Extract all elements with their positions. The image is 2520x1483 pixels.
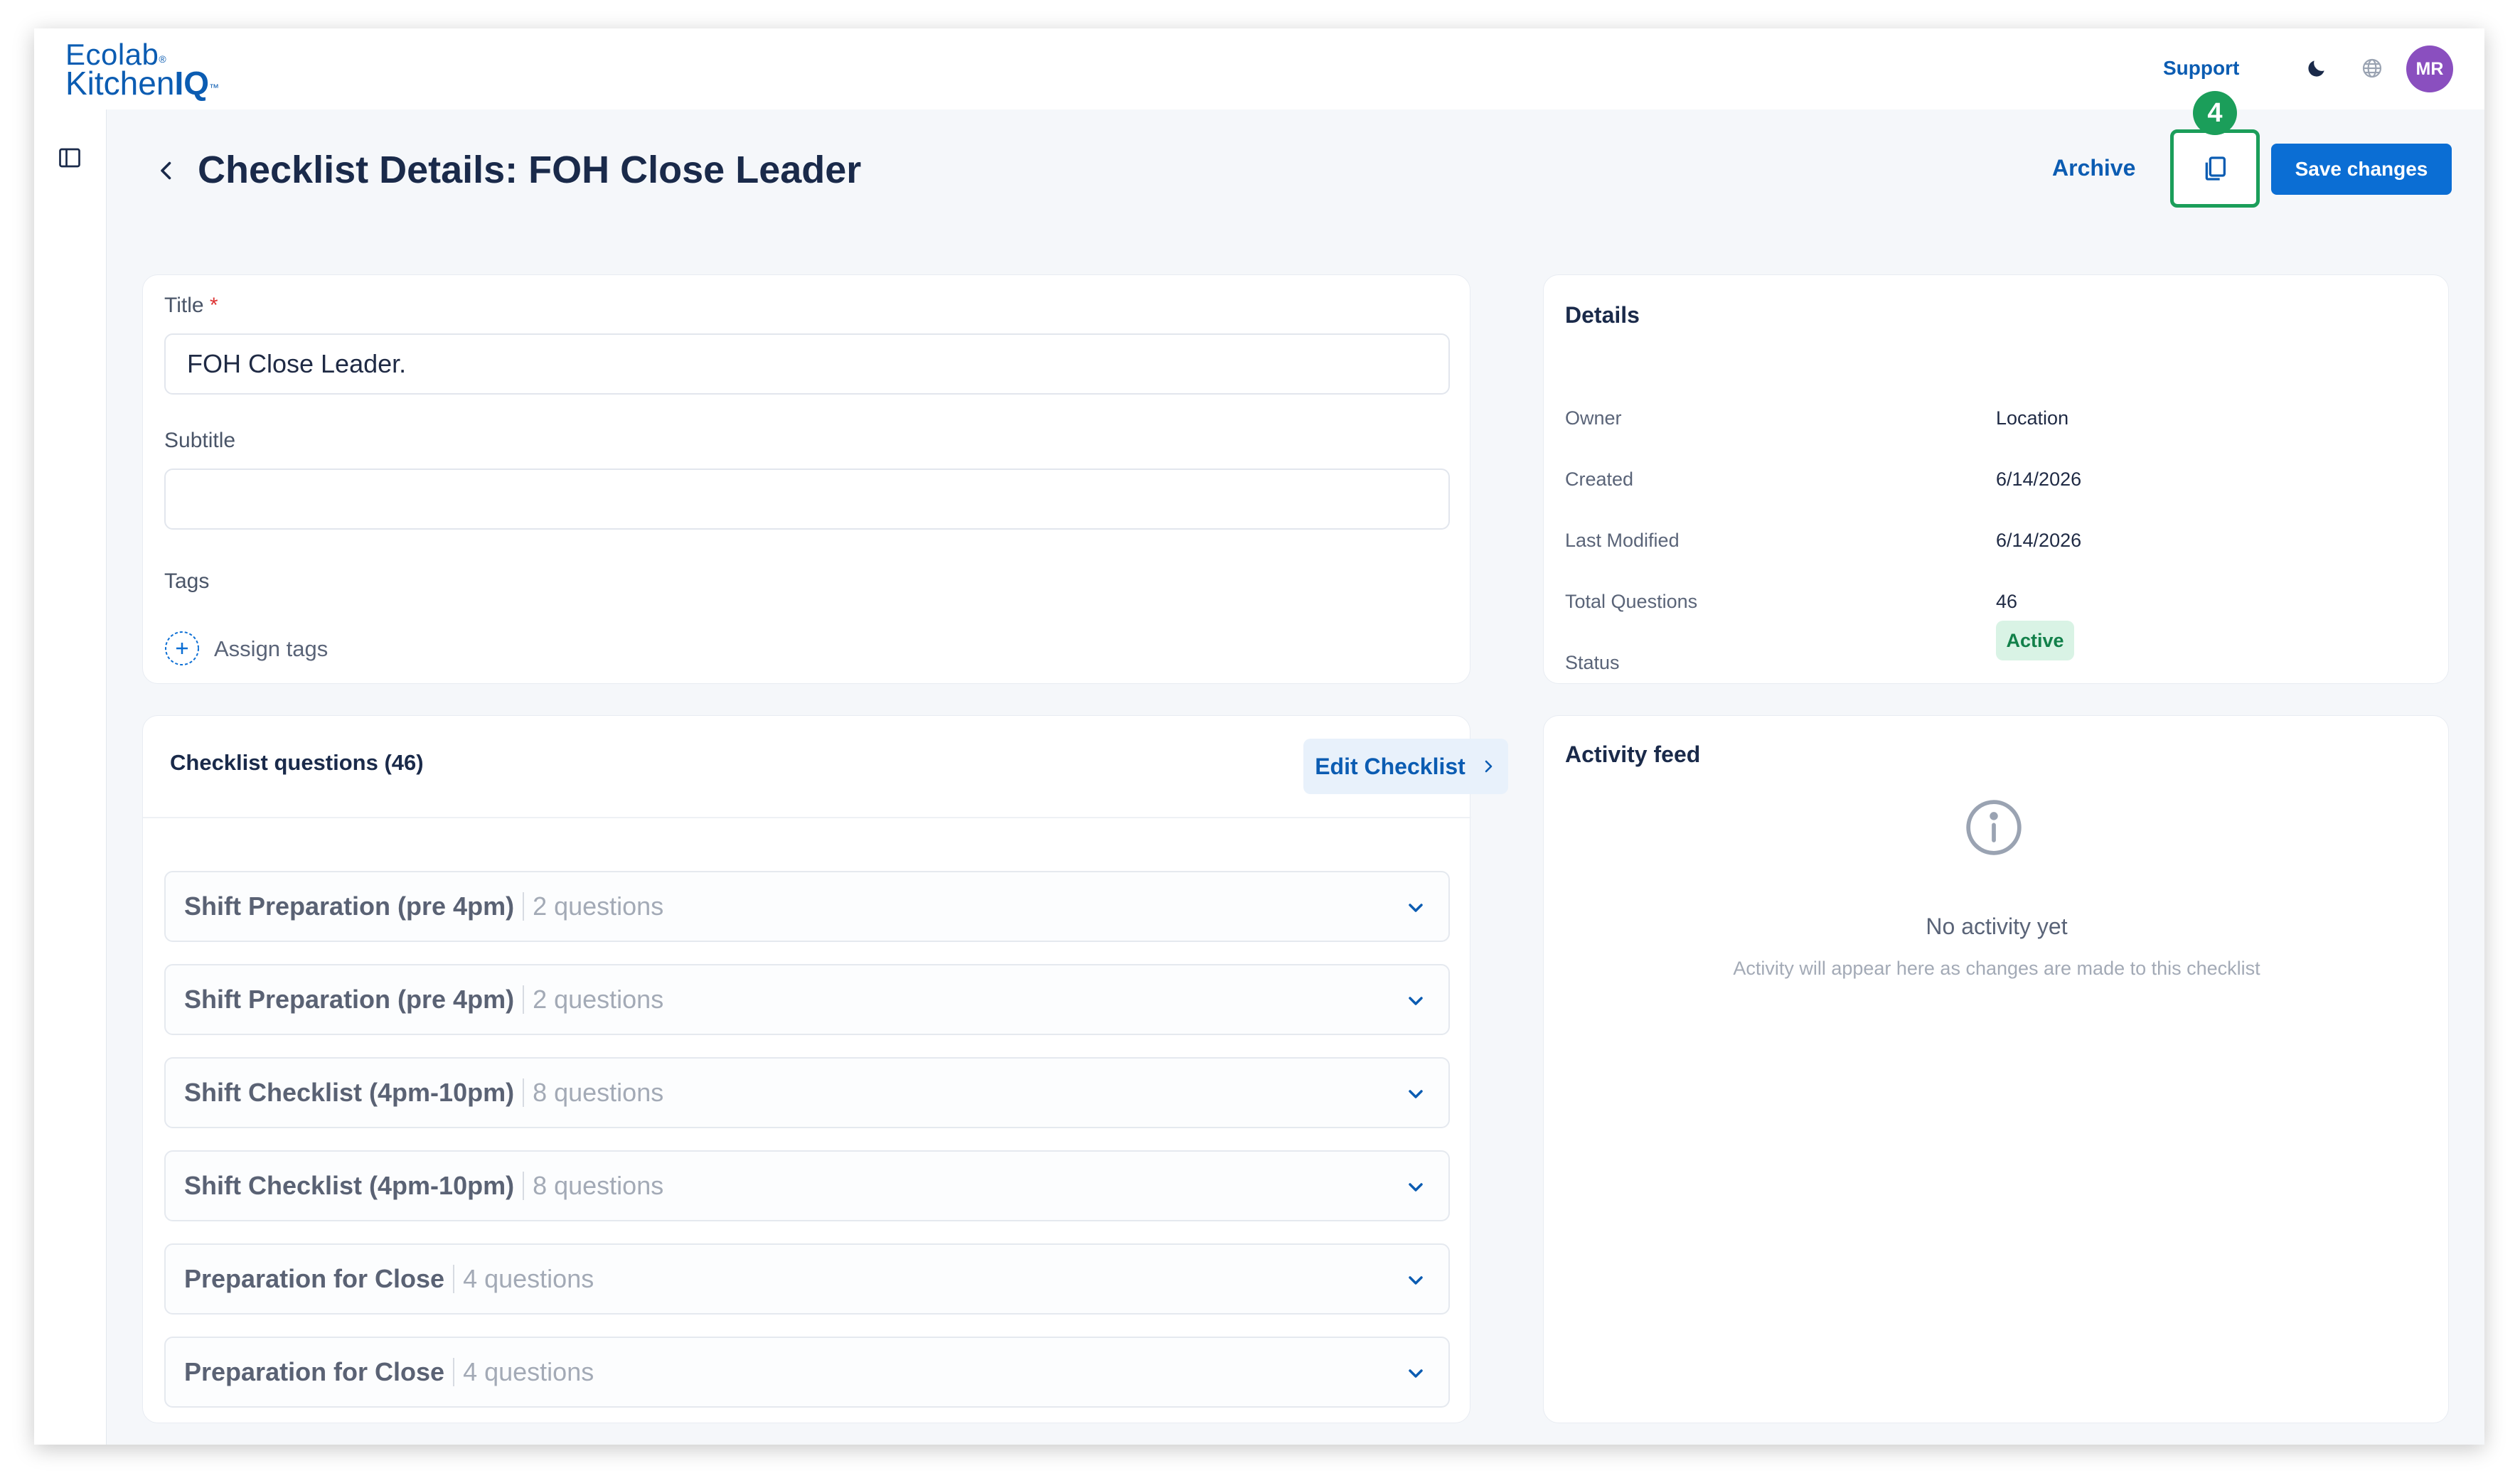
chevron-right-icon: [1485, 760, 1493, 773]
section-count: 4 questions: [463, 1264, 594, 1293]
chevron-down-icon[interactable]: [1404, 1362, 1427, 1385]
detail-key-status: Status: [1565, 652, 1620, 673]
separator: [453, 1265, 455, 1293]
checklist-info-card: Title * FOH Close Leader. Subtitle Tags …: [142, 274, 1470, 684]
separator: [453, 1358, 455, 1386]
no-activity-subtitle: Activity will appear here as changes are…: [1733, 958, 2260, 979]
activity-feed-card: Activity feed No activity yet Activity w…: [1543, 715, 2449, 1423]
tags-label: Tags: [164, 569, 210, 593]
question-section-row[interactable]: Shift Preparation (pre 4pm) 2 questions: [164, 964, 1450, 1035]
details-card: Details Owner Location Created 6/14/2026…: [1543, 274, 2449, 684]
title-input[interactable]: FOH Close Leader.: [164, 333, 1450, 395]
required-mark: *: [209, 294, 218, 317]
section-name: Preparation for Close: [184, 1264, 445, 1293]
section-name: Preparation for Close: [184, 1357, 445, 1386]
section-count: 2 questions: [533, 892, 664, 921]
separator: [523, 985, 525, 1014]
detail-value-last-modified: 6/14/2026: [1996, 530, 2082, 551]
chevron-down-icon[interactable]: [1404, 896, 1427, 919]
detail-value-total-questions: 46: [1996, 591, 2018, 612]
separator: [523, 1172, 525, 1200]
support-link[interactable]: Support: [2163, 57, 2239, 80]
top-bar: Ecolab® KitchenIQ™ Support MR: [34, 28, 2484, 109]
duplicate-button[interactable]: [2170, 129, 2260, 208]
logo-line2-prefix: Kitchen: [65, 65, 175, 102]
status-badge: Active: [1996, 621, 2074, 660]
section-name: Shift Checklist (4pm-10pm): [184, 1171, 515, 1200]
checklist-questions-card: Checklist questions (46) Edit Checklist …: [142, 715, 1508, 1423]
page-title: Checklist Details: FOH Close Leader: [198, 149, 862, 191]
detail-key-created: Created: [1565, 469, 1634, 490]
detail-key-total-questions: Total Questions: [1565, 591, 1698, 612]
sidebar-toggle-icon[interactable]: [57, 145, 82, 171]
save-changes-button[interactable]: Save changes: [2271, 144, 2452, 195]
section-name: Shift Checklist (4pm-10pm): [184, 1078, 515, 1107]
section-count: 8 questions: [533, 1171, 664, 1200]
detail-key-owner: Owner: [1565, 407, 1622, 429]
detail-key-last-modified: Last Modified: [1565, 530, 1680, 551]
chevron-down-icon[interactable]: [1404, 1083, 1427, 1105]
moon-icon[interactable]: [2305, 57, 2328, 80]
no-activity-title: No activity yet: [1926, 914, 2068, 939]
detail-value-owner: Location: [1996, 407, 2069, 429]
step-number-badge: 4: [2193, 91, 2237, 135]
ecolab-kitcheniq-logo[interactable]: Ecolab® KitchenIQ™: [65, 40, 219, 100]
title-label: Title *: [164, 294, 218, 317]
logo-line2-bold: IQ: [174, 65, 209, 102]
info-icon: [1966, 800, 2022, 855]
edit-checklist-button[interactable]: Edit Checklist: [1303, 739, 1508, 794]
details-heading: Details: [1565, 302, 1640, 328]
questions-heading: Checklist questions (46): [170, 750, 424, 775]
section-name: Shift Preparation (pre 4pm): [184, 985, 515, 1014]
separator: [523, 892, 525, 921]
detail-value-created: 6/14/2026: [1996, 469, 2082, 490]
assign-tags-button[interactable]: Assign tags: [214, 636, 328, 662]
subtitle-label: Subtitle: [164, 429, 236, 452]
question-section-row[interactable]: Shift Checklist (4pm-10pm) 8 questions: [164, 1057, 1450, 1128]
section-count: 4 questions: [463, 1357, 594, 1386]
sidebar: [34, 109, 107, 1445]
section-count: 8 questions: [533, 1078, 664, 1107]
user-avatar[interactable]: MR: [2406, 45, 2453, 92]
question-section-row[interactable]: Shift Checklist (4pm-10pm) 8 questions: [164, 1150, 1450, 1221]
add-tag-icon[interactable]: [164, 631, 200, 666]
activity-feed-heading: Activity feed: [1565, 742, 1701, 767]
question-section-row[interactable]: Shift Preparation (pre 4pm) 2 questions: [164, 871, 1450, 942]
section-count: 2 questions: [533, 985, 664, 1014]
question-section-row[interactable]: Preparation for Close 4 questions: [164, 1243, 1450, 1315]
subtitle-input[interactable]: [164, 469, 1450, 530]
section-name: Shift Preparation (pre 4pm): [184, 892, 515, 921]
archive-button[interactable]: Archive: [2052, 155, 2135, 181]
chevron-down-icon[interactable]: [1404, 990, 1427, 1012]
copy-icon: [2205, 156, 2226, 181]
chevron-down-icon[interactable]: [1404, 1176, 1427, 1199]
separator: [523, 1078, 525, 1107]
back-chevron-icon[interactable]: [154, 158, 179, 183]
app-window: Ecolab® KitchenIQ™ Support MR Checklist …: [34, 28, 2484, 1445]
chevron-down-icon[interactable]: [1404, 1269, 1427, 1292]
globe-icon[interactable]: [2361, 57, 2383, 80]
divider: [143, 817, 1471, 818]
edit-checklist-label: Edit Checklist: [1315, 753, 1465, 779]
question-section-row[interactable]: Preparation for Close 4 questions: [164, 1337, 1450, 1408]
